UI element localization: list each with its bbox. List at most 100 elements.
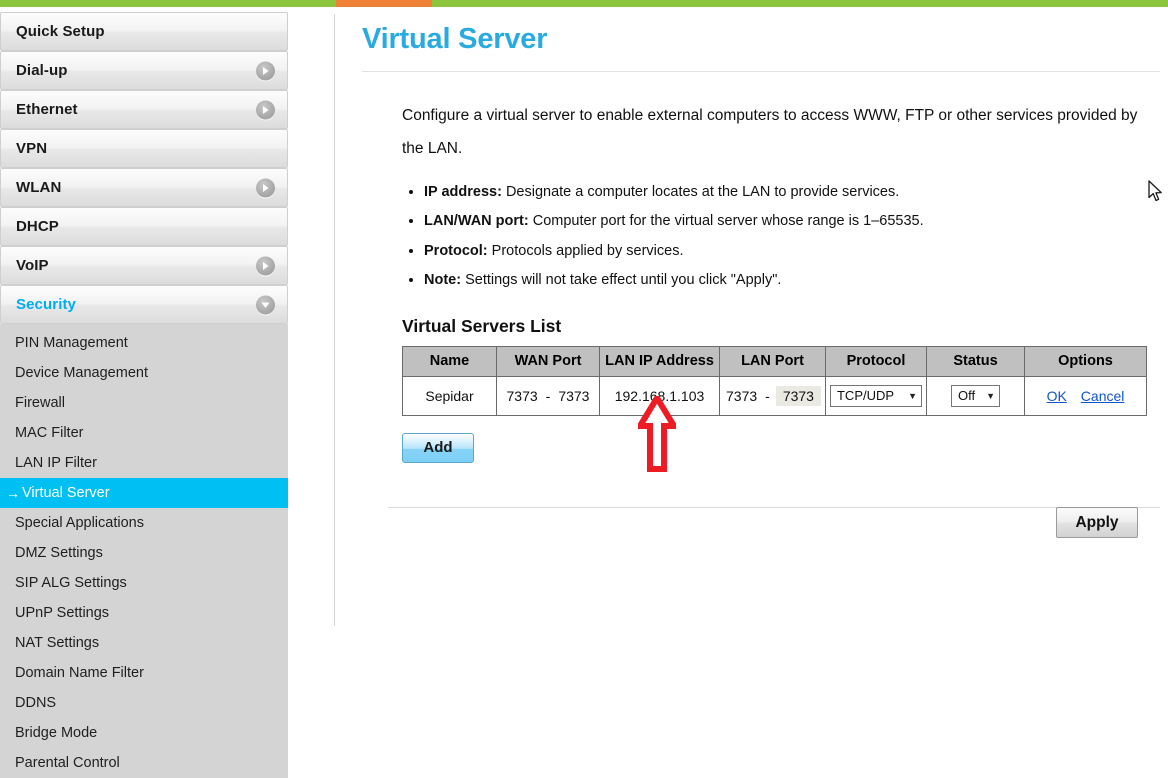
ok-link[interactable]: OK	[1047, 388, 1067, 404]
sidebar-group-ethernet[interactable]: Ethernet	[0, 90, 288, 129]
sidebar-item-label: SIP ALG Settings	[15, 575, 127, 591]
sidebar-group-dhcp[interactable]: DHCP	[0, 207, 288, 246]
column-header-status: Status	[925, 346, 1025, 378]
column-header-lan-ip-address: LAN IP Address	[599, 346, 720, 378]
sidebar-group-label: DHCP	[16, 218, 59, 235]
sidebar-item-label: Domain Name Filter	[15, 665, 144, 681]
sidebar-item-label: NAT Settings	[15, 635, 100, 651]
sidebar-group-label: Dial-up	[16, 62, 68, 79]
sidebar-item-label: Firewall	[15, 395, 65, 411]
sidebar-item-label: PIN Management	[15, 335, 128, 351]
top-color-bar	[0, 0, 1168, 7]
add-button[interactable]: Add	[402, 433, 474, 464]
sidebar-item-nat-settings[interactable]: →NAT Settings	[0, 628, 288, 658]
sidebar-group-label: VoIP	[16, 257, 49, 274]
list-item: LAN/WAN port: Computer port for the virt…	[424, 210, 1162, 233]
sidebar-item-ddns[interactable]: →DDNS	[0, 688, 288, 718]
table-header-row: Name WAN Port LAN IP Address LAN Port Pr…	[402, 346, 1147, 378]
column-header-options: Options	[1023, 346, 1147, 378]
sidebar-group-quick-setup[interactable]: Quick Setup	[0, 12, 288, 51]
sidebar-item-virtual-server[interactable]: → Virtual Server	[0, 478, 288, 508]
column-header-protocol: Protocol	[824, 346, 927, 378]
sidebar-item-parental-control[interactable]: →Parental Control	[0, 748, 288, 778]
intro-paragraph: Configure a virtual server to enable ext…	[402, 106, 1138, 157]
column-header-wan-port: WAN Port	[496, 346, 600, 378]
column-header-name: Name	[402, 346, 497, 378]
sidebar-item-label: Device Management	[15, 365, 148, 381]
protocol-select[interactable]: TCP/UDP ▼	[829, 385, 922, 408]
status-select[interactable]: Off ▼	[950, 385, 1000, 408]
status-select-value: Off	[957, 388, 976, 404]
sidebar-item-lan-ip-filter[interactable]: →LAN IP Filter	[0, 448, 288, 478]
sidebar-group-voip[interactable]: VoIP	[0, 246, 288, 285]
list-item: Note: Settings will not take effect unti…	[424, 269, 1162, 292]
wan-port-start-field[interactable]: 7373	[505, 387, 540, 405]
sidebar-item-firewall[interactable]: →Firewall	[0, 388, 288, 418]
sidebar-item-label: Special Applications	[15, 515, 144, 531]
sidebar-group-security[interactable]: Security	[0, 285, 288, 324]
bottom-divider	[388, 507, 1160, 509]
sidebar-item-upnp-settings[interactable]: →UPnP Settings	[0, 598, 288, 628]
chevron-right-icon	[256, 61, 275, 80]
main-content: Virtual Server Configure a virtual serve…	[362, 14, 1162, 509]
port-range-separator: -	[545, 388, 551, 405]
apply-button[interactable]: Apply	[1056, 507, 1138, 538]
sidebar-group-vpn[interactable]: VPN	[0, 129, 288, 168]
sidebar-security-submenu: →PIN Management →Device Management →Fire…	[0, 324, 288, 778]
sidebar-group-label: Security	[16, 296, 76, 313]
sidebar-item-dmz-settings[interactable]: →DMZ Settings	[0, 538, 288, 568]
wan-port-end-field[interactable]: 7373	[556, 387, 591, 405]
sidebar-item-label: DDNS	[15, 695, 57, 711]
top-color-bar-accent	[336, 0, 432, 7]
port-range-separator: -	[765, 388, 770, 405]
bullet-text: Settings will not take effect until you …	[465, 272, 782, 289]
bullet-term: IP address:	[424, 183, 502, 200]
lan-port-start-field[interactable]: 7373	[724, 387, 759, 405]
sidebar-item-special-applications[interactable]: →Special Applications	[0, 508, 288, 538]
description-bullet-list: IP address: Designate a computer locates…	[402, 181, 1162, 293]
bullet-text: Designate a computer locates at the LAN …	[505, 183, 900, 200]
lan-port-range: 7373 - 7373	[724, 386, 821, 407]
sidebar-item-sip-alg-settings[interactable]: →SIP ALG Settings	[0, 568, 288, 598]
cell-name: Sepidar	[402, 376, 497, 417]
bullet-term: LAN/WAN port:	[424, 213, 529, 230]
list-item: IP address: Designate a computer locates…	[424, 181, 1162, 204]
cancel-link[interactable]: Cancel	[1081, 388, 1125, 404]
cell-lan-ip-address[interactable]: 192.168.1.103	[599, 376, 720, 417]
sidebar-group-label: Quick Setup	[16, 23, 105, 40]
sidebar-group-wlan[interactable]: WLAN	[0, 168, 288, 207]
sidebar-item-label: UPnP Settings	[15, 605, 110, 621]
wan-port-range: 7373 - 7373	[505, 387, 592, 405]
selected-marker-icon: →	[6, 485, 20, 501]
chevron-right-icon	[256, 178, 275, 197]
sidebar-item-mac-filter[interactable]: →MAC Filter	[0, 418, 288, 448]
sidebar-group-label: VPN	[16, 140, 48, 157]
bullet-text: Protocols applied by services.	[491, 242, 684, 259]
title-divider	[362, 70, 1160, 72]
bullet-term: Protocol:	[424, 242, 488, 259]
virtual-servers-table: Name WAN Port LAN IP Address LAN Port Pr…	[402, 346, 1147, 417]
cell-lan-port: 7373 - 7373	[719, 376, 826, 417]
sidebar-item-label: MAC Filter	[15, 425, 84, 441]
row-options: OK Cancel	[1047, 388, 1125, 404]
sidebar-item-label: LAN IP Filter	[15, 455, 97, 471]
sidebar-group-dial-up[interactable]: Dial-up	[0, 51, 288, 90]
sidebar-group-label: Ethernet	[16, 101, 78, 118]
lan-port-end-field[interactable]: 7373	[775, 386, 821, 407]
list-item: Protocol: Protocols applied by services.	[424, 240, 1162, 263]
sidebar-item-label: Virtual Server	[22, 485, 110, 501]
cell-wan-port: 7373 - 7373	[496, 376, 600, 417]
chevron-down-icon: ▼	[986, 390, 995, 401]
bullet-text: Computer port for the virtual server who…	[532, 213, 924, 230]
sidebar-item-device-management[interactable]: →Device Management	[0, 358, 288, 388]
sidebar-item-bridge-mode[interactable]: →Bridge Mode	[0, 718, 288, 748]
chevron-down-icon: ▼	[908, 390, 917, 401]
page-title: Virtual Server	[362, 23, 548, 55]
sidebar-item-label: Parental Control	[15, 755, 120, 771]
cell-protocol: TCP/UDP ▼	[824, 376, 927, 417]
protocol-select-value: TCP/UDP	[836, 388, 895, 404]
section-title: Virtual Servers List	[402, 316, 562, 337]
content-divider	[334, 14, 335, 626]
sidebar-item-pin-management[interactable]: →PIN Management	[0, 328, 288, 358]
sidebar-item-domain-name-filter[interactable]: →Domain Name Filter	[0, 658, 288, 688]
